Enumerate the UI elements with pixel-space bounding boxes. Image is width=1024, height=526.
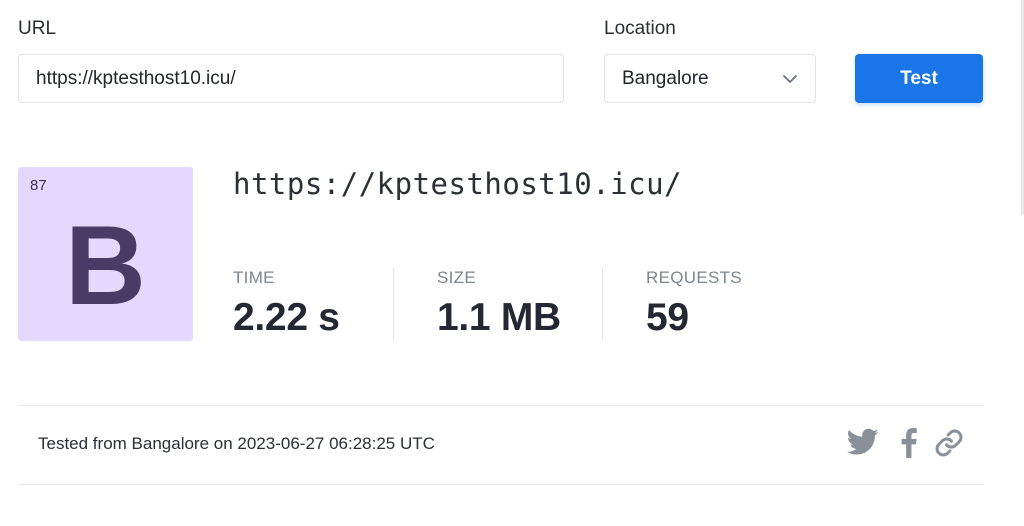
grade-letter: B <box>65 203 146 328</box>
metric-time-label: TIME <box>233 268 275 287</box>
metric-time: TIME 2.22 s <box>233 268 340 340</box>
location-select-value: Bangalore <box>622 67 709 89</box>
metric-size: SIZE 1.1 MB <box>437 268 561 340</box>
facebook-icon[interactable] <box>898 428 920 458</box>
location-select[interactable]: Bangalore <box>604 54 816 103</box>
location-label: Location <box>604 18 676 39</box>
page-root: URL Location Bangalore Test 87 B https:/… <box>0 0 1024 526</box>
grade-box: 87 B <box>18 167 193 341</box>
metric-requests: REQUESTS 59 <box>646 268 742 340</box>
url-input[interactable] <box>18 54 564 103</box>
chevron-down-icon <box>783 75 797 83</box>
link-icon[interactable] <box>934 428 964 458</box>
test-button[interactable]: Test <box>855 54 983 103</box>
metric-size-value: 1.1 MB <box>437 296 561 339</box>
result-url: https://kptesthost10.icu/ <box>233 167 682 201</box>
metric-divider <box>602 268 603 341</box>
twitter-icon[interactable] <box>847 428 879 456</box>
metric-divider <box>393 268 394 341</box>
url-label: URL <box>18 18 57 39</box>
divider <box>18 484 984 485</box>
divider <box>18 405 984 406</box>
metric-requests-label: REQUESTS <box>646 268 742 287</box>
metric-size-label: SIZE <box>437 268 476 287</box>
metric-time-value: 2.22 s <box>233 296 340 339</box>
tested-info: Tested from Bangalore on 2023-06-27 06:2… <box>38 434 435 453</box>
metric-requests-value: 59 <box>646 296 689 339</box>
